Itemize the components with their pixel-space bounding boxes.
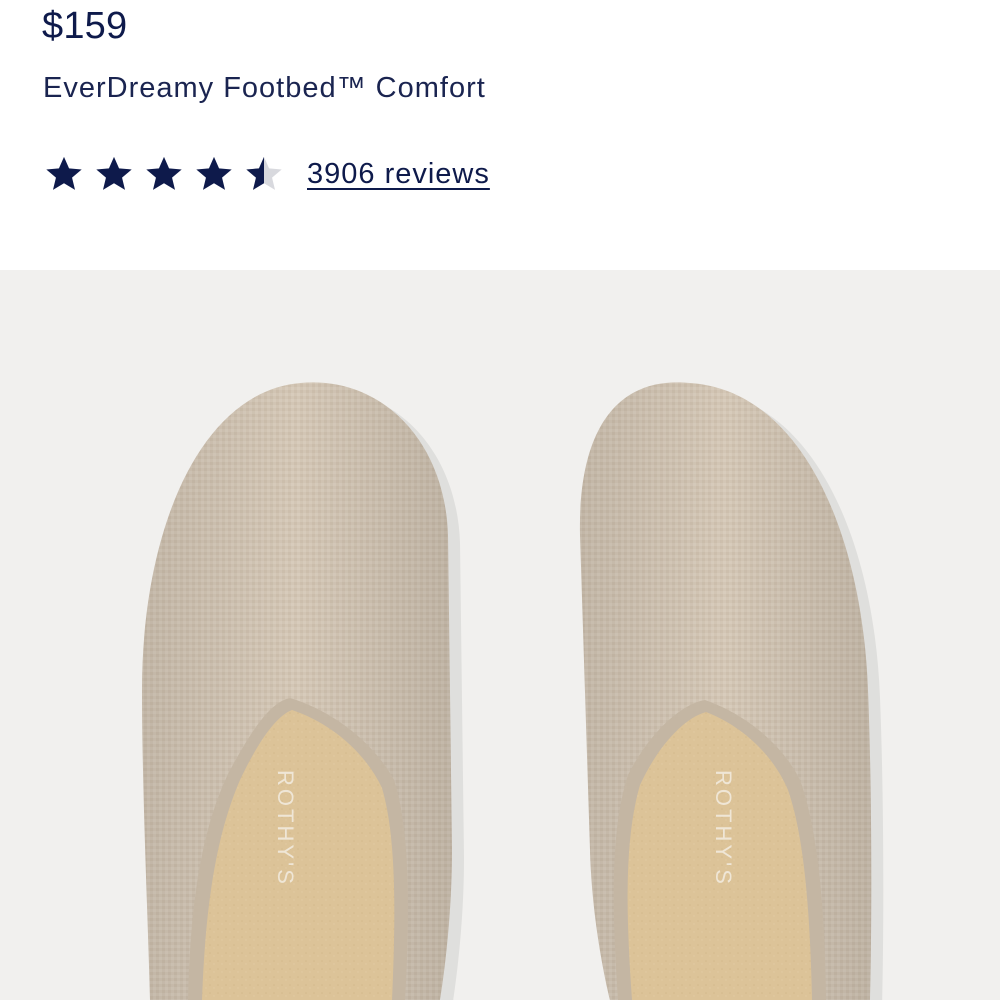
- star-icon-full: [46, 156, 82, 190]
- rating-summary: 3906 reviews: [43, 150, 490, 198]
- product-summary: $159 EverDreamy Footbed™ Comfort 3906 re…: [0, 0, 1000, 270]
- slipper-pair-illustration: ROTHY'S ROTHY'S: [0, 270, 1000, 1000]
- product-price: $159: [42, 5, 128, 47]
- star-icon-full: [146, 156, 182, 190]
- star-icon-full: [96, 156, 132, 190]
- product-image[interactable]: ROTHY'S ROTHY'S: [0, 270, 1000, 1000]
- star-rating: [43, 153, 285, 195]
- insole-brand-mark: ROTHY'S: [711, 770, 736, 887]
- insole-brand-mark: ROTHY'S: [273, 770, 298, 887]
- star-icon-half: [246, 156, 282, 190]
- product-page: $159 EverDreamy Footbed™ Comfort 3906 re…: [0, 0, 1000, 1000]
- product-feature: EverDreamy Footbed™ Comfort: [43, 72, 486, 104]
- reviews-link[interactable]: 3906 reviews: [307, 158, 490, 191]
- star-icon-full: [196, 156, 232, 190]
- left-slipper: ROTHY'S: [142, 382, 464, 1000]
